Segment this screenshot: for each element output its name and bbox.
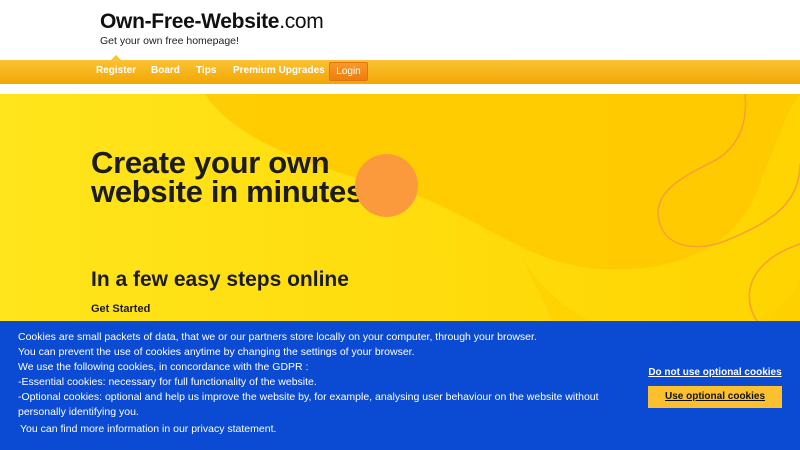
nav-item-board[interactable]: Board bbox=[151, 60, 180, 84]
hero-title: Create your own website in minutes bbox=[91, 145, 363, 209]
accept-optional-cookies-button[interactable]: Use optional cookies bbox=[648, 386, 782, 408]
nav-item-register[interactable]: Register bbox=[96, 55, 136, 84]
nav-item-premium-upgrades[interactable]: Premium Upgrades bbox=[233, 60, 325, 84]
cookie-banner: Cookies are small packets of data, that … bbox=[0, 321, 800, 450]
cookie-text-line: -Optional cookies: optional and help us … bbox=[18, 391, 599, 418]
site-tagline: Get your own free homepage! bbox=[100, 35, 239, 47]
nav-item-tips[interactable]: Tips bbox=[196, 60, 216, 84]
hero-accent-circle bbox=[355, 154, 418, 217]
cookie-text-line: -Essential cookies: necessary for full f… bbox=[18, 376, 317, 388]
login-button[interactable]: Login bbox=[329, 62, 368, 81]
nav-spacer bbox=[0, 84, 800, 94]
logo-brand-tld: .com bbox=[279, 10, 324, 33]
cookie-text-line: We use the following cookies, in concord… bbox=[18, 361, 309, 373]
hero-subtitle: In a few easy steps online bbox=[91, 268, 349, 291]
cookie-privacy-line: You can find more information in our pri… bbox=[20, 423, 277, 435]
site-logo[interactable]: Own-Free-Website.com bbox=[100, 10, 324, 34]
site-header: Own-Free-Website.com Get your own free h… bbox=[0, 0, 800, 60]
cookie-text: Cookies are small packets of data, that … bbox=[18, 330, 628, 437]
get-started-link[interactable]: Get Started bbox=[91, 303, 150, 315]
cookie-text-line: You can prevent the use of cookies anyti… bbox=[18, 346, 415, 358]
logo-brand-name: Own-Free-Website bbox=[100, 10, 280, 33]
main-nav: Register Board Tips Premium Upgrades Log… bbox=[0, 55, 800, 84]
decline-optional-cookies-link[interactable]: Do not use optional cookies bbox=[648, 367, 782, 378]
cookie-text-line: Cookies are small packets of data, that … bbox=[18, 331, 537, 343]
